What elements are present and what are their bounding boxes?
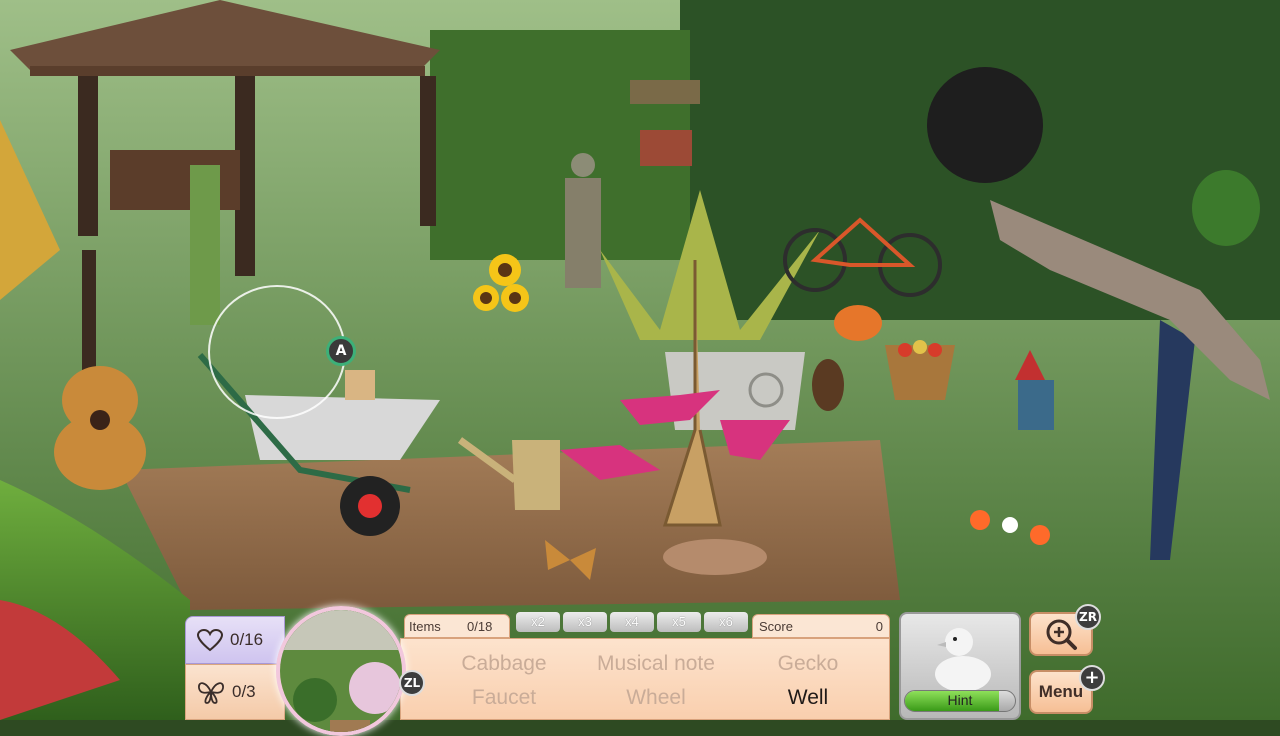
heart-icon (196, 628, 224, 652)
word-item: Faucet (471, 686, 537, 709)
hint-label: Hint (947, 692, 973, 708)
multiplier-bar: x2 x3 x4 x5 x6 (516, 612, 748, 632)
butterfly-icon (198, 682, 224, 704)
word-item: Well (787, 686, 829, 709)
multiplier-x3: x3 (563, 612, 607, 632)
plus-button[interactable]: + (1079, 665, 1105, 691)
multiplier-x6: x6 (704, 612, 748, 632)
well-base (640, 130, 692, 166)
score-label: Score (759, 619, 793, 634)
scene-thumbnail[interactable] (276, 606, 406, 736)
butterflies-count: 0/3 (232, 682, 256, 701)
a-button[interactable]: A (326, 336, 356, 366)
items-count: 0/18 (467, 619, 493, 634)
duck-icon (935, 628, 991, 692)
pirate-hat[interactable] (927, 67, 1043, 183)
word-item: Musical note (597, 652, 715, 675)
well-roof (630, 80, 700, 104)
word-item: Gecko (777, 652, 839, 675)
word-item: Wheel (626, 686, 686, 709)
items-header: Items 0/18 (404, 614, 510, 638)
stepping-stone[interactable] (663, 539, 767, 575)
zr-button[interactable]: ZR (1075, 604, 1101, 630)
watermelon[interactable] (1192, 170, 1260, 246)
hearts-count: 0/16 (230, 630, 264, 649)
score-header: Score 0 (752, 614, 890, 638)
items-label: Items (409, 619, 441, 634)
monkey[interactable] (812, 359, 844, 411)
score-value: 0 (875, 619, 883, 634)
hint-meter: Hint (904, 690, 1016, 712)
word-item: Cabbage (461, 652, 547, 675)
gazebo-beam (30, 66, 425, 76)
brick-path (120, 440, 900, 610)
multiplier-x5: x5 (657, 612, 701, 632)
multiplier-x2: x2 (516, 612, 560, 632)
butterflies-counter: 0/3 (185, 664, 285, 720)
zl-button[interactable]: ZL (399, 670, 425, 696)
hearts-counter: 0/16 (185, 616, 285, 664)
pumpkin[interactable] (834, 305, 882, 341)
multiplier-x4: x4 (610, 612, 654, 632)
cactus[interactable] (190, 165, 220, 325)
